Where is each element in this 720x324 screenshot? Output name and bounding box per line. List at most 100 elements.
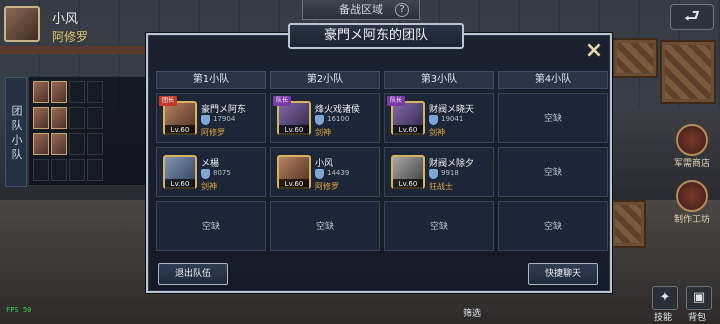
- scene-crate: [610, 200, 646, 248]
- hero-class: 剑神: [315, 128, 331, 137]
- side-empty-cell: [33, 159, 49, 181]
- back-button[interactable]: ⮐: [670, 4, 714, 30]
- workshop-label: 制作工坊: [674, 215, 711, 225]
- hero-power: 9918: [441, 169, 459, 177]
- hero-class: 狂战士: [429, 182, 453, 191]
- side-empty-cell: [69, 81, 85, 103]
- shield-icon: [429, 115, 438, 125]
- side-empty-cell: [69, 107, 85, 129]
- side-hero-cell: [51, 107, 67, 129]
- modal-title: 豪門メ阿东的团队: [323, 28, 428, 43]
- quick-chat-button[interactable]: 快捷聊天: [528, 263, 598, 285]
- side-list-row[interactable]: [33, 133, 145, 157]
- shield-icon: [201, 169, 210, 179]
- hero-level: Lv.60: [165, 179, 195, 189]
- squad-column-1: 第1小队 团长 Lv.60 豪門メ阿东 17904 阿修罗 Lv.60 メ楊 8…: [156, 71, 266, 261]
- leader-badge: 队长: [387, 96, 405, 106]
- hero-power: 17904: [213, 115, 236, 123]
- bag-label: 背包: [688, 313, 707, 323]
- hero-power: 16100: [327, 115, 350, 123]
- squad-column-4: 第4小队 空缺 空缺 空缺: [498, 71, 608, 261]
- bag-icon: ▣: [692, 290, 706, 305]
- side-hero-cell: [33, 133, 49, 155]
- hero-class: 剑神: [429, 128, 445, 137]
- skill-button[interactable]: ✦: [652, 286, 678, 310]
- side-hero-cell: [51, 133, 67, 155]
- side-empty-cell: [87, 81, 103, 103]
- empty-slot-label: 空缺: [543, 114, 562, 124]
- filter-label[interactable]: 筛选: [463, 306, 481, 319]
- side-list-row[interactable]: [33, 159, 145, 183]
- scene-crate: [612, 38, 658, 78]
- squad-slot-empty[interactable]: 空缺: [498, 201, 608, 251]
- leader-badge: 团长: [159, 96, 177, 106]
- hero-level: Lv.60: [393, 125, 423, 135]
- player-class: 阿修罗: [52, 30, 89, 44]
- back-arrow-icon: ⮐: [683, 6, 701, 27]
- hero-class: 阿修罗: [315, 182, 339, 191]
- hero-class: 阿修罗: [201, 128, 225, 137]
- squad-slot[interactable]: Lv.60 财阀メ除夕 9918 狂战士: [384, 147, 494, 197]
- shield-icon: [315, 115, 324, 125]
- modal-title-bar: 豪門メ阿东的团队: [288, 23, 464, 49]
- side-empty-cell: [69, 159, 85, 181]
- squad-slot-empty[interactable]: 空缺: [270, 201, 380, 251]
- player-name: 小风: [52, 12, 79, 27]
- squad-column-2: 第2小队 队长 Lv.60 烽火戏诸侯 16100 剑神 Lv.60 小风 14…: [270, 71, 380, 261]
- hero-name: 财阀メ晓天: [429, 105, 475, 115]
- team-side-list: 团 队 小 队: [5, 76, 148, 187]
- zone-title: 备战区域: [339, 3, 383, 16]
- team-modal: 豪門メ阿东的团队 × 第1小队 团长 Lv.60 豪門メ阿东 17904 阿修罗…: [146, 23, 612, 293]
- hero-power: 14439: [327, 169, 350, 177]
- side-empty-cell: [87, 133, 103, 155]
- side-list-row[interactable]: [33, 107, 145, 131]
- hero-name: 豪門メ阿东: [201, 105, 247, 115]
- hero-name: 烽火戏诸侯: [315, 105, 361, 115]
- shield-icon: [429, 169, 438, 179]
- bag-button[interactable]: ▣: [686, 286, 712, 310]
- squad-slot[interactable]: 队长 Lv.60 烽火戏诸侯 16100 剑神: [270, 93, 380, 143]
- squad-slot-empty[interactable]: 空缺: [498, 93, 608, 143]
- side-empty-cell: [51, 159, 67, 181]
- shield-icon: [201, 115, 210, 125]
- hero-name: メ楊: [201, 159, 220, 169]
- hero-level: Lv.60: [393, 179, 423, 189]
- squad-header: 第1小队: [156, 71, 266, 89]
- player-avatar[interactable]: [4, 6, 40, 42]
- side-hero-cell: [51, 81, 67, 103]
- hero-level: Lv.60: [279, 125, 309, 135]
- squad-column-3: 第3小队 队长 Lv.60 财阀メ晓天 19041 剑神 Lv.60 财阀メ除夕…: [384, 71, 494, 261]
- squad-header: 第4小队: [498, 71, 608, 89]
- leave-team-button[interactable]: 退出队伍: [158, 263, 228, 285]
- side-list-row[interactable]: [33, 81, 145, 105]
- hero-class: 剑神: [201, 182, 217, 191]
- shop-label: 军需商店: [674, 159, 711, 169]
- team-side-tab[interactable]: 团 队 小 队: [5, 77, 27, 187]
- squad-slot-empty[interactable]: 空缺: [156, 201, 266, 251]
- help-icon[interactable]: ?: [395, 3, 409, 17]
- squad-slot[interactable]: 队长 Lv.60 财阀メ晓天 19041 剑神: [384, 93, 494, 143]
- hero-power: 19041: [441, 115, 464, 123]
- squad-slot-empty[interactable]: 空缺: [384, 201, 494, 251]
- side-empty-cell: [87, 159, 103, 181]
- workshop-icon[interactable]: [676, 180, 708, 212]
- hero-level: Lv.60: [165, 125, 195, 135]
- squad-slot-empty[interactable]: 空缺: [498, 147, 608, 197]
- scene-pipe: [0, 46, 146, 54]
- close-icon[interactable]: ×: [582, 39, 606, 63]
- squad-slot[interactable]: 团长 Lv.60 豪門メ阿东 17904 阿修罗: [156, 93, 266, 143]
- side-empty-cell: [69, 133, 85, 155]
- squad-slot[interactable]: Lv.60 メ楊 8075 剑神: [156, 147, 266, 197]
- skill-label: 技能: [654, 313, 673, 323]
- squad-slot[interactable]: Lv.60 小风 14439 阿修罗: [270, 147, 380, 197]
- empty-slot-label: 空缺: [201, 222, 220, 232]
- empty-slot-label: 空缺: [315, 222, 334, 232]
- shield-icon: [315, 169, 324, 179]
- side-hero-cell: [33, 81, 49, 103]
- skill-icon: ✦: [659, 290, 671, 305]
- hero-level: Lv.60: [279, 179, 309, 189]
- shop-icon[interactable]: [676, 124, 708, 156]
- hero-name: 小风: [315, 159, 334, 169]
- side-empty-cell: [87, 107, 103, 129]
- empty-slot-label: 空缺: [429, 222, 448, 232]
